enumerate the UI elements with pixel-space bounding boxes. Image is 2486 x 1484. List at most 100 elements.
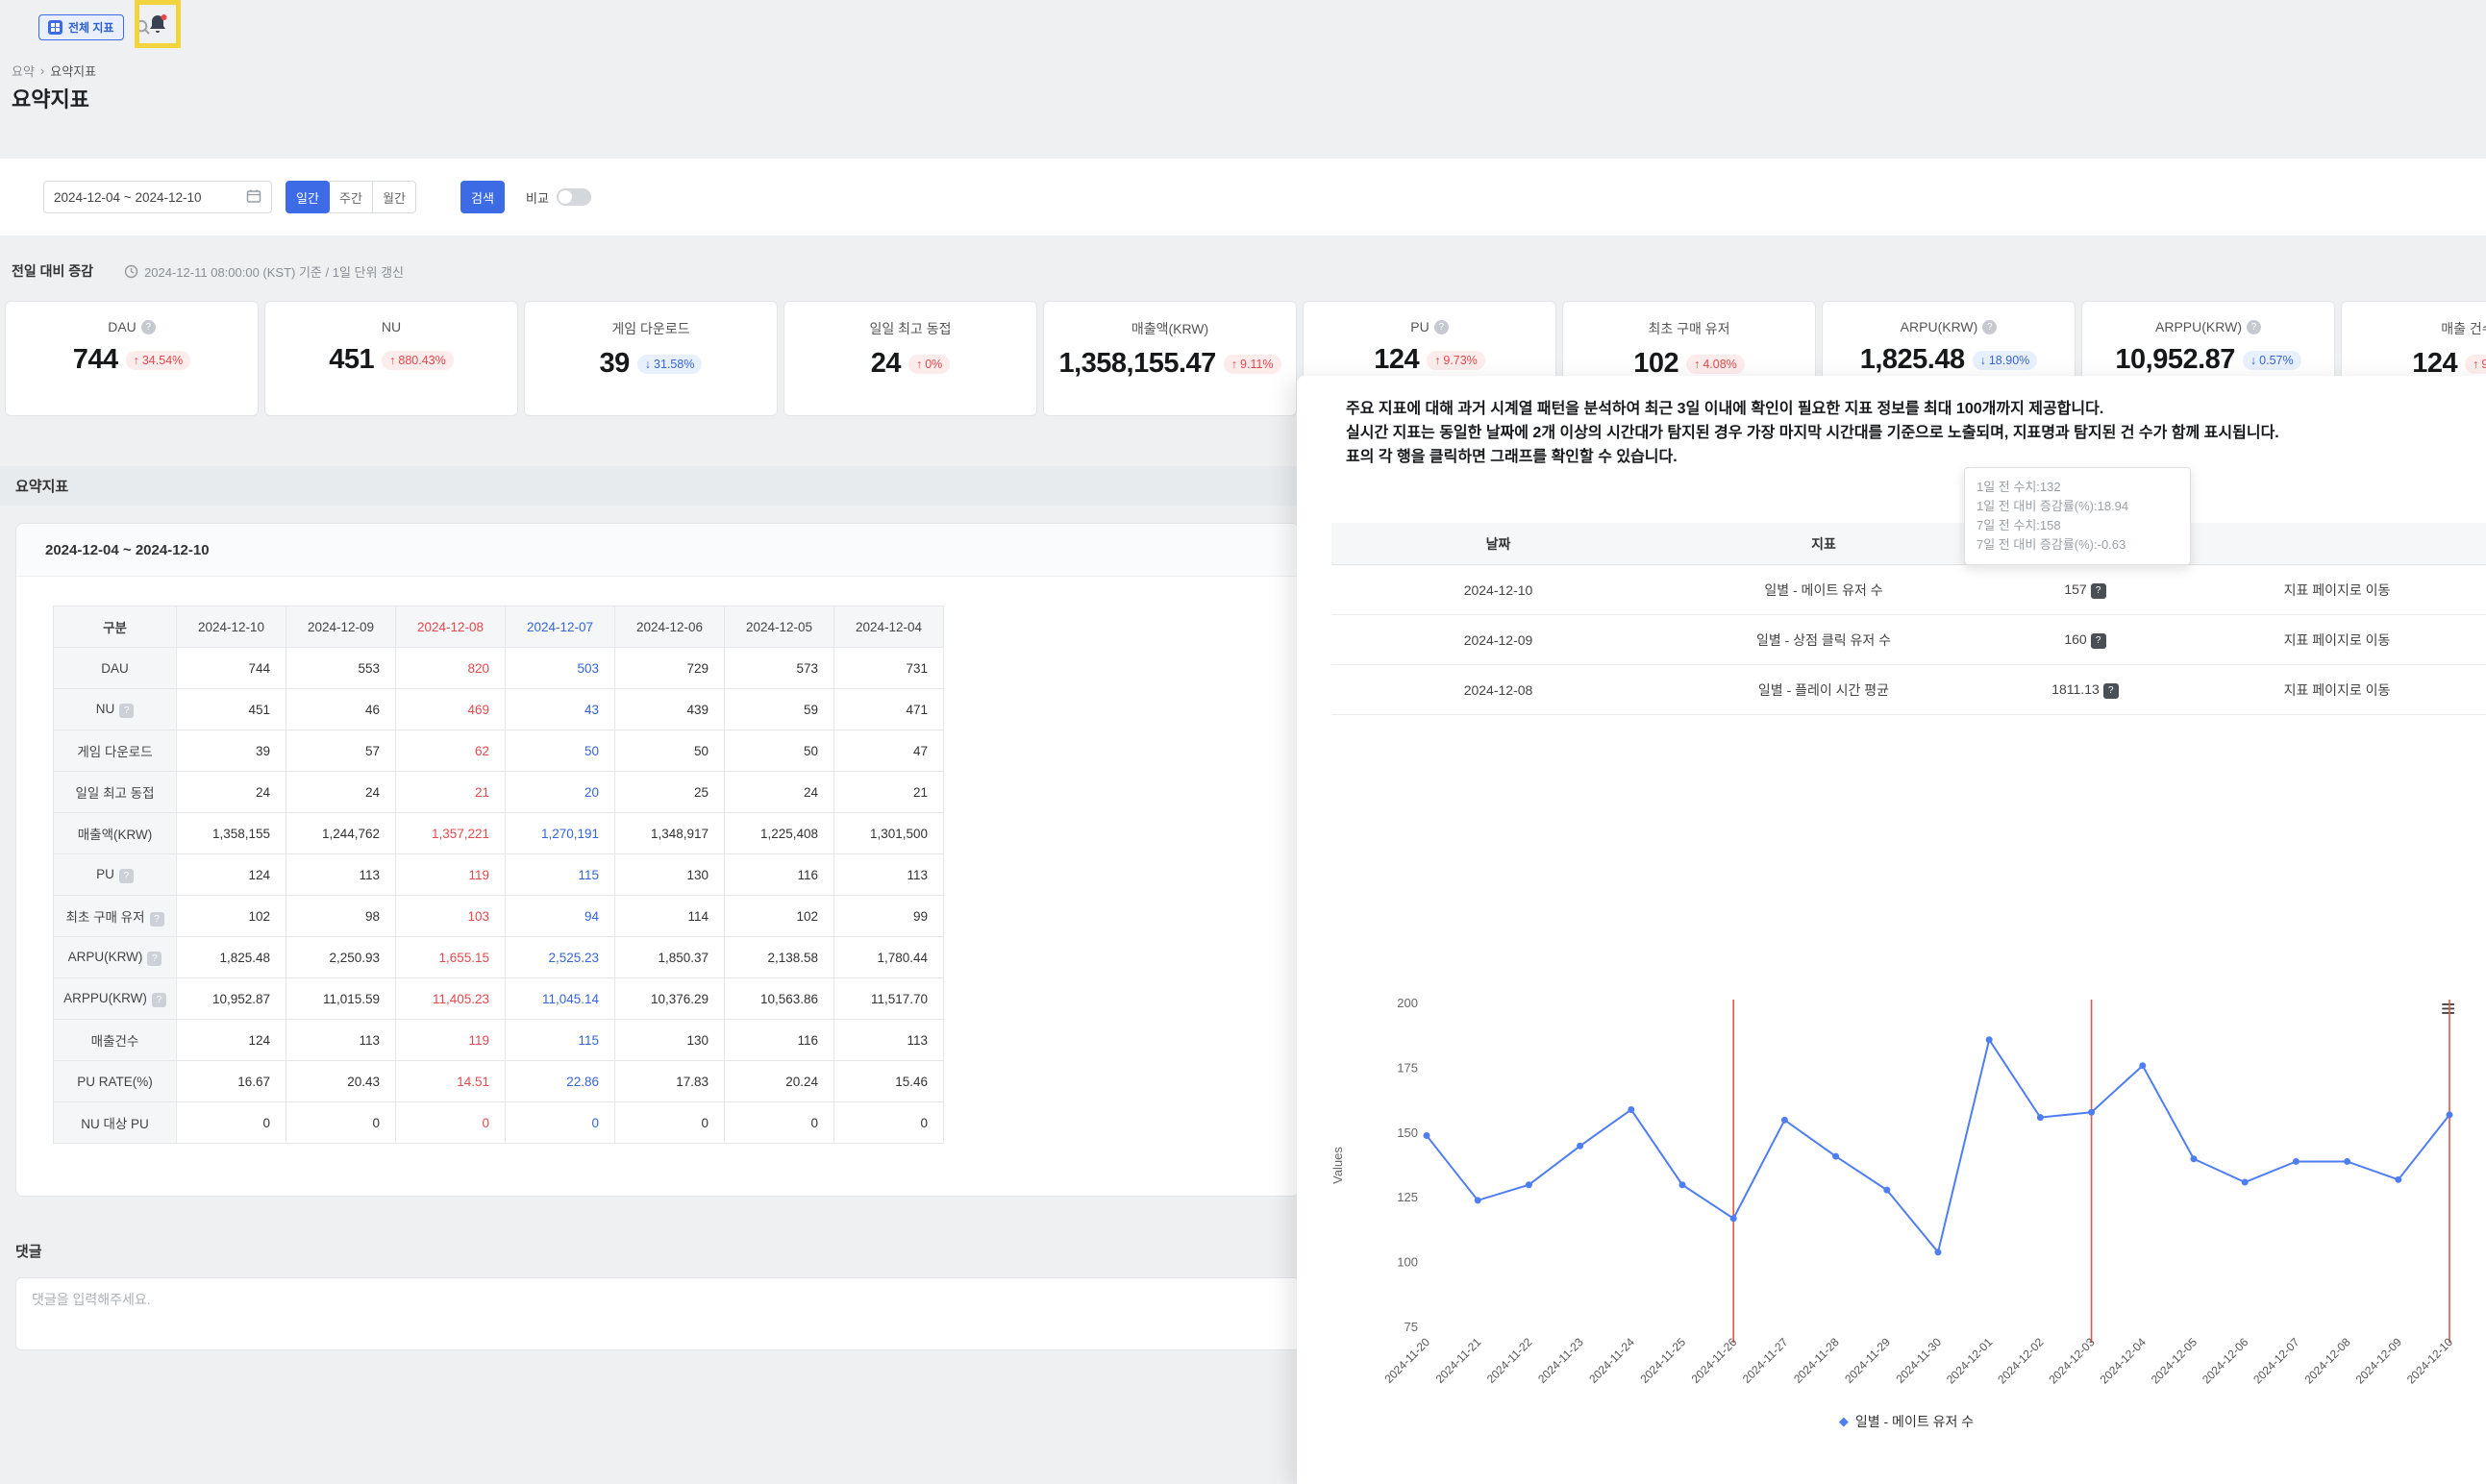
- svg-text:2024-11-28: 2024-11-28: [1791, 1335, 1842, 1386]
- row-label-text: 매출액(KRW): [77, 828, 153, 842]
- filter-band: 2024-12-04 ~ 2024-12-10 일간 주간 월간 검색 비교: [0, 159, 2486, 235]
- help-icon[interactable]: ?: [1982, 319, 1998, 334]
- svg-text:2024-12-10: 2024-12-10: [2404, 1335, 2456, 1387]
- compare-label: 비교: [526, 190, 549, 206]
- svg-text:2024-11-29: 2024-11-29: [1842, 1335, 1893, 1386]
- comment-input[interactable]: [15, 1277, 1300, 1350]
- metric-page-link[interactable]: 지표 페이지로 이동: [2188, 564, 2486, 615]
- chart-legend[interactable]: ◆ 일별 - 메이트 유저 수: [1327, 1412, 2486, 1431]
- row-label-text: PU: [96, 866, 114, 881]
- status-label: 전일 대비 증감: [12, 263, 94, 279]
- summary-value: 98: [286, 895, 396, 937]
- kpi-title: 매출 건수: [2342, 319, 2486, 338]
- date-range-input[interactable]: 2024-12-04 ~ 2024-12-10: [43, 181, 272, 213]
- compare-control: 비교: [526, 188, 591, 207]
- compare-toggle[interactable]: [556, 188, 591, 206]
- kpi-title: ARPU(KRW)?: [1823, 319, 2075, 334]
- summary-value: 20.24: [724, 1060, 834, 1102]
- page-title: 요약지표: [12, 87, 89, 111]
- metric-tooltip: 1일 전 수치:132 1일 전 대비 증감률(%):18.94 7일 전 수치…: [1964, 467, 2191, 565]
- metric-page-link[interactable]: 지표 페이지로 이동: [2188, 664, 2486, 715]
- svg-text:2024-11-22: 2024-11-22: [1484, 1335, 1535, 1386]
- svg-text:125: 125: [1397, 1190, 1418, 1204]
- row-label: 일일 최고 동접: [53, 771, 177, 813]
- summary-value: 113: [286, 853, 396, 896]
- help-icon[interactable]: ?: [149, 911, 164, 927]
- summary-value: 0: [176, 1101, 286, 1144]
- delta-badge: ↑ 0%: [907, 354, 951, 374]
- summary-value: 113: [833, 1019, 944, 1061]
- row-label: NU 대상 PU: [53, 1101, 177, 1144]
- summary-value: 1,358,155: [176, 812, 286, 854]
- alert-value: 160?: [1982, 614, 2188, 665]
- summary-value: 39: [176, 730, 286, 772]
- summary-value: 21: [395, 771, 506, 813]
- period-button[interactable]: 주간: [329, 181, 373, 213]
- legend-marker-icon: ◆: [1838, 1414, 1849, 1428]
- alert-row[interactable]: 2024-12-08 일별 - 플레이 시간 평균 1811.13? 지표 페이지로 …: [1331, 664, 2486, 715]
- kpi-value-row: 124 ↑9.73%: [1304, 344, 1555, 376]
- kpi-value: 124: [1374, 344, 1420, 375]
- summary-col-header: 구분: [53, 606, 177, 648]
- summary-value: 17.83: [614, 1060, 725, 1102]
- arrow-up-icon: ↑: [2473, 357, 2479, 371]
- alert-table-body: 2024-12-10 일별 - 메이트 유저 수 157? 지표 페이지로 이동 202…: [1331, 564, 2486, 715]
- help-icon[interactable]: ?: [119, 703, 135, 718]
- search-button[interactable]: 검색: [460, 181, 505, 213]
- arrow-down-icon: ↓: [2250, 353, 2257, 367]
- summary-value: 820: [395, 647, 506, 689]
- metric-page-link[interactable]: 지표 페이지로 이동: [2188, 614, 2486, 665]
- kpi-title: NU: [265, 319, 517, 334]
- breadcrumb-item-current: 요약지표: [50, 64, 97, 79]
- summary-value: 20.43: [286, 1060, 396, 1102]
- delta-badge: ↑ 4.08%: [1686, 354, 1745, 374]
- kpi-value-row: 744 ↑ 34.54%: [6, 344, 258, 376]
- notification-bell-icon[interactable]: [146, 12, 169, 36]
- row-label: 최초 구매 유저?: [53, 895, 177, 937]
- alert-row[interactable]: 2024-12-10 일별 - 메이트 유저 수 157? 지표 페이지로 이동: [1331, 564, 2486, 615]
- summary-value: 1,357,221: [395, 812, 506, 854]
- kpi-value: 24: [870, 348, 902, 379]
- period-button[interactable]: 월간: [372, 181, 416, 213]
- kpi-title-text: 게임 다운로드: [611, 321, 690, 336]
- summary-row: ARPU(KRW)? 1,825.48 2,250.93 1,655.15 2,525.…: [53, 936, 944, 978]
- help-icon[interactable]: ?: [147, 951, 162, 966]
- summary-value: 2,250.93: [286, 936, 396, 978]
- kpi-value: 1,358,155.47: [1058, 348, 1216, 379]
- row-label-text: NU 대상 PU: [81, 1117, 149, 1131]
- summary-value: 15.46: [833, 1060, 944, 1102]
- all-metrics-chip[interactable]: 전체 지표: [38, 13, 124, 40]
- alert-date: 2024-12-10: [1331, 564, 1665, 615]
- summary-value: 99: [833, 895, 944, 937]
- kpi-title-text: NU: [381, 319, 402, 334]
- summary-value: 59: [724, 688, 834, 730]
- summary-value: 503: [505, 647, 615, 689]
- arrow-down-icon: ↓: [1979, 353, 1986, 367]
- svg-text:150: 150: [1397, 1125, 1418, 1140]
- delta-value: 0.57%: [2259, 353, 2294, 367]
- summary-table-head-row: 구분 2024-12-10 2024-12-09 2024-12-08 2024-12-…: [53, 606, 944, 648]
- alert-row[interactable]: 2024-12-09 일별 - 상점 클릭 유저 수 160? 지표 페이지로 이동: [1331, 614, 2486, 665]
- kpi-title-text: 매출액(KRW): [1131, 321, 1209, 336]
- help-icon[interactable]: ?: [140, 319, 156, 334]
- period-button[interactable]: 일간: [286, 181, 330, 213]
- alert-value: 157?: [1982, 564, 2188, 615]
- summary-col-header: 2024-12-08: [395, 606, 506, 648]
- kpi-title: 게임 다운로드: [525, 319, 777, 338]
- summary-value: 21: [833, 771, 944, 813]
- breadcrumb-separator-icon: ›: [39, 63, 45, 78]
- help-icon[interactable]: ?: [118, 868, 134, 883]
- svg-text:75: 75: [1405, 1320, 1418, 1334]
- summary-col-header: 2024-12-06: [614, 606, 725, 648]
- summary-value: 115: [505, 1019, 615, 1061]
- kpi-value-row: 1,358,155.47 ↑ 9.11%: [1044, 348, 1296, 380]
- row-label: 매출건수: [53, 1019, 177, 1061]
- count-badge: ?: [2090, 632, 2106, 649]
- breadcrumb-item[interactable]: 요약: [12, 62, 35, 80]
- trend-line-chart: 75100125150175200Values2024-11-20 2024-11…: [1330, 996, 2456, 1387]
- summary-value: 116: [724, 853, 834, 896]
- help-icon[interactable]: ?: [151, 992, 166, 1007]
- help-icon[interactable]: ?: [1433, 319, 1449, 334]
- kpi-title-text: 매출 건수: [2441, 321, 2486, 336]
- help-icon[interactable]: ?: [2246, 319, 2261, 334]
